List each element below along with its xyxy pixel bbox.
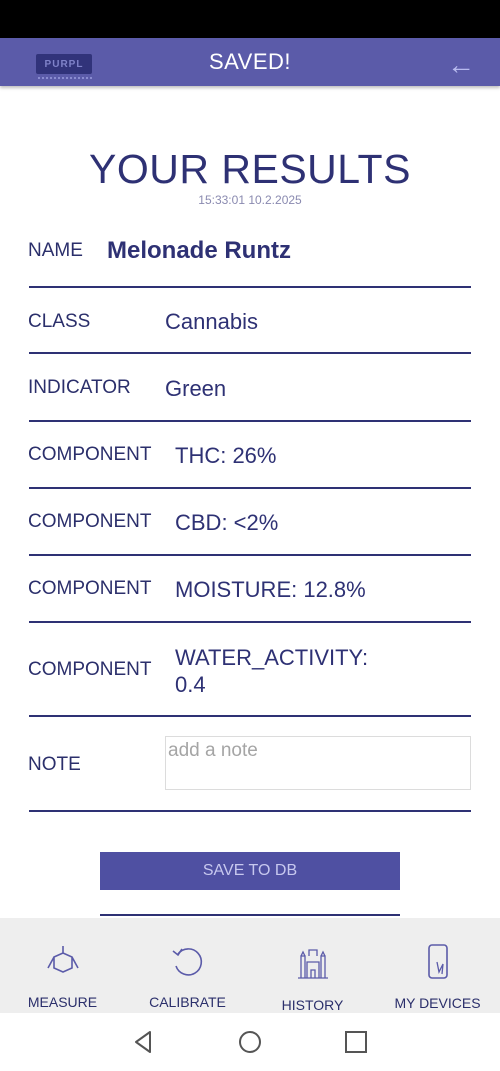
app-bar-title: SAVED!: [208, 49, 292, 74]
nav-label-calibrate: CALIBRATE: [149, 994, 226, 1010]
component-water-activity-value-line1: WATER_ACTIVITY:: [175, 645, 369, 670]
name-value: Melonade Runtz: [107, 237, 291, 264]
component-label: COMPONENT: [28, 511, 152, 532]
indicator-value: Green: [165, 376, 227, 401]
row-divider: [29, 352, 471, 354]
indicator-label: INDICATOR: [28, 377, 131, 398]
save-to-db-button[interactable]: SAVE TO DB: [100, 852, 400, 890]
component-thc-value: THC: 26%: [175, 443, 277, 468]
component-cbd-value: CBD: <2%: [175, 510, 279, 535]
nav-item-calibrate[interactable]: CALIBRATE: [125, 918, 250, 1013]
note-input[interactable]: [165, 736, 471, 790]
nav-item-measure[interactable]: MEASURE: [0, 918, 125, 1013]
component-label: COMPONENT: [28, 659, 152, 680]
arrow-left-icon[interactable]: ←: [444, 48, 478, 82]
partial-divider: [100, 914, 400, 916]
calibrate-icon: [172, 948, 203, 976]
back-triangle-icon[interactable]: [129, 1027, 159, 1057]
app-bar: PURPL SAVED! ←: [0, 38, 500, 86]
component-label: COMPONENT: [28, 444, 152, 465]
row-divider: [29, 420, 471, 422]
bottom-nav: MEASURE CALIBRATE HISTORY MY DEVICES: [0, 918, 500, 1013]
class-label: CLASS: [28, 311, 91, 332]
row-divider: [29, 810, 471, 812]
nav-label-measure: MEASURE: [27, 994, 98, 1010]
history-icon: [298, 949, 328, 979]
row-divider: [29, 554, 471, 556]
nav-item-my-devices[interactable]: MY DEVICES: [375, 918, 500, 1013]
component-label: COMPONENT: [28, 578, 152, 599]
result-timestamp: 15:33:01 10.2.2025: [198, 193, 302, 207]
component-moisture-value: MOISTURE: 12.8%: [175, 577, 366, 602]
system-nav-bar: [0, 1013, 500, 1071]
row-divider: [29, 286, 471, 288]
note-label: NOTE: [28, 754, 81, 775]
row-divider: [29, 487, 471, 489]
nav-item-history[interactable]: HISTORY: [250, 918, 375, 1013]
nav-label-history: HISTORY: [281, 997, 344, 1013]
devices-icon: [428, 944, 448, 979]
status-bar: [0, 0, 500, 38]
page-title: YOUR RESULTS: [89, 146, 411, 192]
measure-icon: [47, 946, 79, 973]
row-divider: [29, 621, 471, 623]
row-divider: [29, 715, 471, 717]
home-circle-icon[interactable]: [235, 1027, 265, 1057]
component-water-activity-value-line2: 0.4: [175, 672, 206, 697]
nav-label-my-devices: MY DEVICES: [394, 995, 481, 1011]
class-value: Cannabis: [165, 309, 258, 334]
name-label: NAME: [28, 240, 83, 261]
recents-square-icon[interactable]: [341, 1027, 371, 1057]
